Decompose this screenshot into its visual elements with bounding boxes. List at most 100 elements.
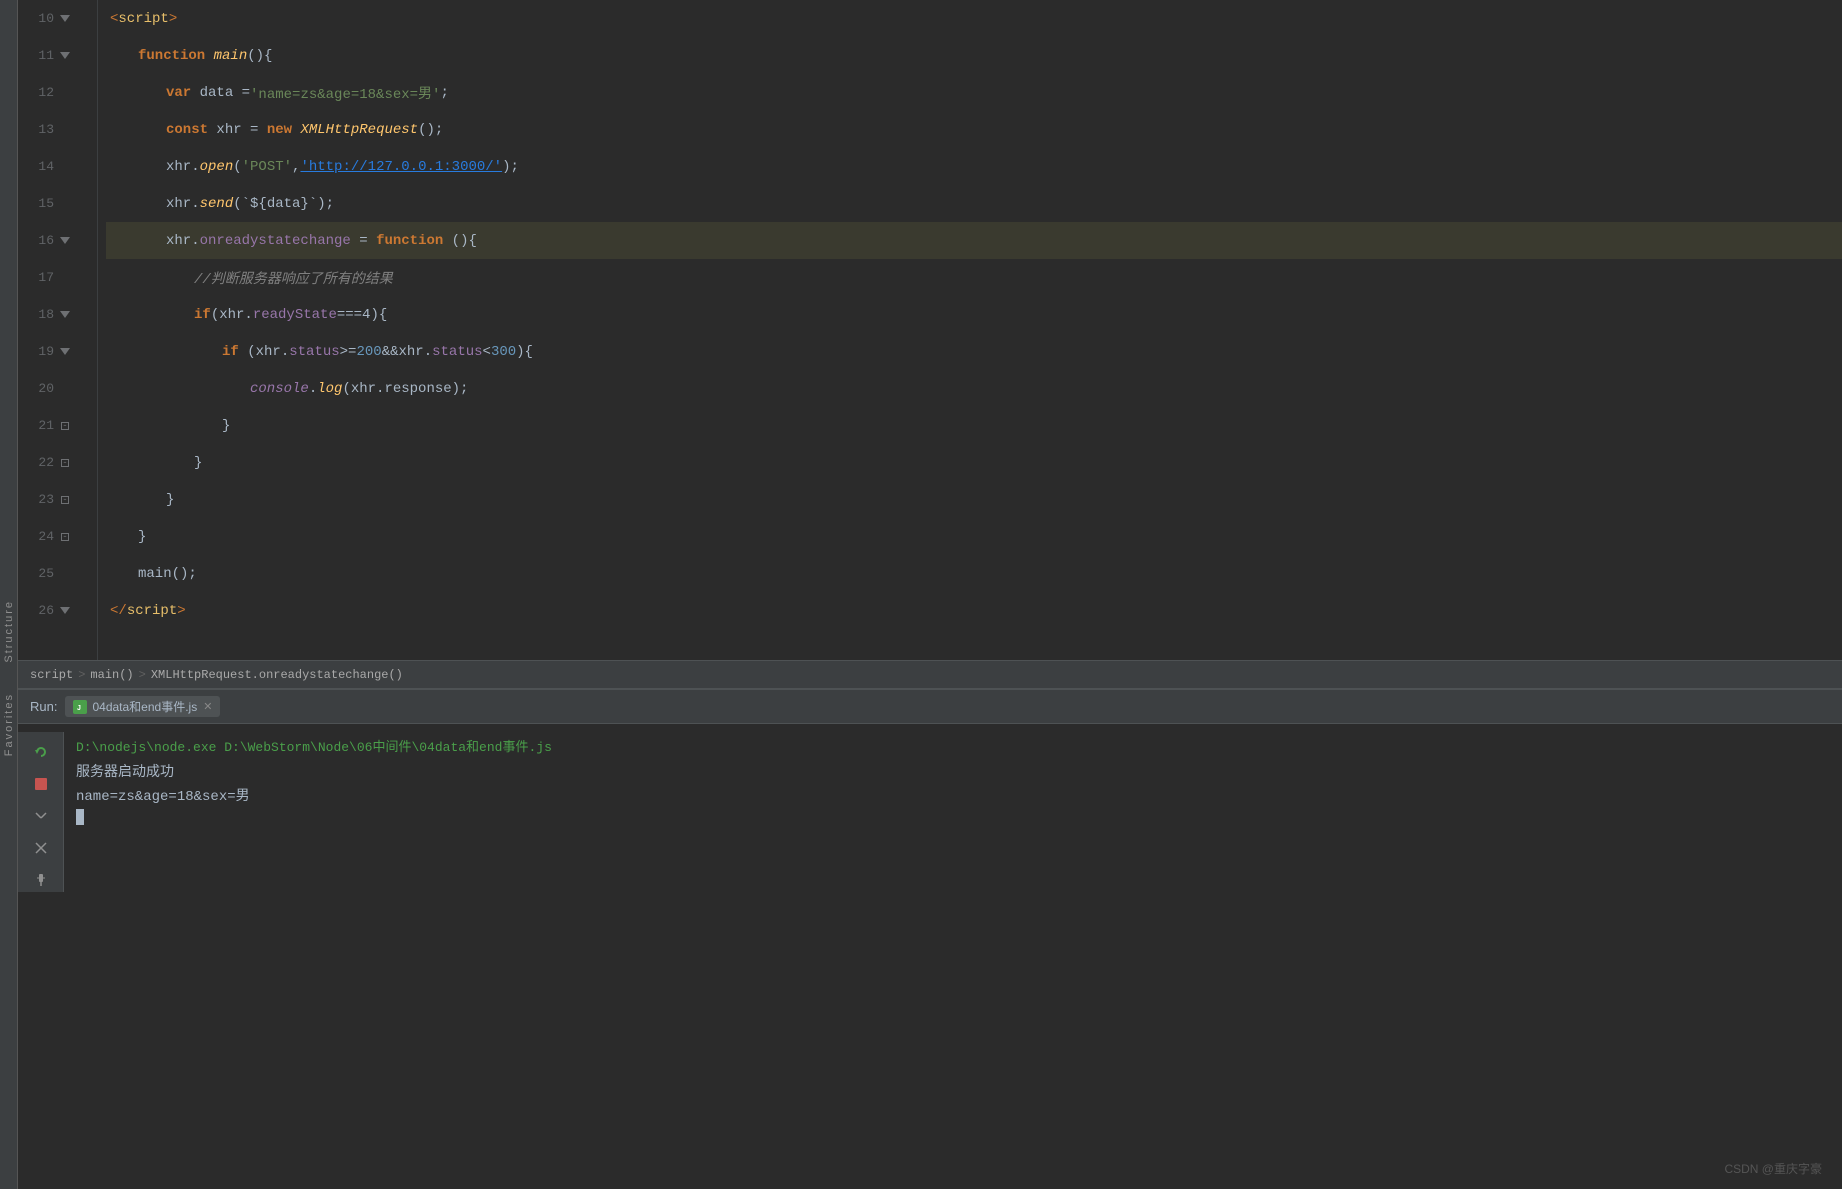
gutter-row: 17	[18, 259, 97, 296]
token-plain: }	[166, 492, 174, 508]
fold-icon[interactable]: -	[58, 530, 72, 544]
line-number: 16	[26, 233, 54, 248]
token-plain: <	[483, 344, 491, 360]
gutter-row: 21-	[18, 407, 97, 444]
breadcrumb-item-2[interactable]: XMLHttpRequest.onreadystatechange()	[151, 668, 403, 682]
token-kw: var	[166, 85, 191, 101]
gutter-row: 15	[18, 185, 97, 222]
token-plain: (xhr.	[239, 344, 289, 360]
fold-icon[interactable]	[58, 604, 72, 618]
restart-button[interactable]	[29, 740, 53, 764]
run-cursor-line	[76, 809, 1830, 826]
code-line: <script>	[106, 0, 1842, 37]
fold-placeholder	[58, 123, 72, 137]
svg-text:J: J	[77, 705, 81, 712]
code-container: 101112131415161718192021-22-23-24-2526 <…	[18, 0, 1842, 660]
gutter-row: 25	[18, 555, 97, 592]
run-tab[interactable]: J 04data和end事件.js ✕	[65, 696, 220, 717]
run-output-text-1: name=zs&age=18&sex=男	[76, 789, 250, 805]
token-plain: (	[233, 159, 241, 175]
token-kw: if	[222, 344, 239, 360]
code-lines: <script>function main(){ var data ='name=…	[98, 0, 1842, 660]
token-plain: &&xhr.	[382, 344, 432, 360]
token-prop: status	[432, 344, 482, 360]
run-output-line-1: name=zs&age=18&sex=男	[76, 785, 1830, 805]
line-number: 22	[26, 455, 54, 470]
clear-button[interactable]	[29, 836, 53, 860]
code-line: }	[106, 444, 1842, 481]
run-content: D:\nodejs\node.exe D:\WebStorm\Node\06中间…	[18, 724, 1842, 900]
token-prop: readyState	[253, 307, 337, 323]
code-line: xhr.open('POST','http://127.0.0.1:3000/'…	[106, 148, 1842, 185]
fold-icon[interactable]	[58, 308, 72, 322]
run-output: D:\nodejs\node.exe D:\WebStorm\Node\06中间…	[64, 732, 1842, 892]
fold-icon[interactable]	[58, 49, 72, 63]
stop-button[interactable]	[29, 772, 53, 796]
fold-icon[interactable]	[58, 345, 72, 359]
token-method: send	[200, 196, 234, 212]
run-cursor	[76, 809, 84, 825]
watermark: CSDN @重庆字豪	[1724, 1160, 1822, 1177]
fold-placeholder	[58, 160, 72, 174]
run-tab-icon: J	[73, 700, 87, 714]
token-plain: data =	[191, 85, 250, 101]
fold-icon[interactable]: -	[58, 456, 72, 470]
token-tag: script	[118, 11, 168, 27]
token-kw: new	[267, 122, 292, 138]
code-line: if(xhr.readyState===4){	[106, 296, 1842, 333]
run-sidebar	[18, 732, 64, 892]
scroll-down-button[interactable]	[29, 804, 53, 828]
code-line: }	[106, 481, 1842, 518]
fold-icon[interactable]: -	[58, 419, 72, 433]
editor-area: 101112131415161718192021-22-23-24-2526 <…	[18, 0, 1842, 660]
breadcrumb-item-0[interactable]: script	[30, 668, 73, 682]
main-layout: Structure Favorites 10111213141516171819…	[0, 0, 1842, 1189]
code-line: if (xhr.status>=200&&xhr.status<300){	[106, 333, 1842, 370]
token-link: 'http://127.0.0.1:3000/'	[300, 159, 502, 175]
token-plain: >=	[340, 344, 357, 360]
token-fn: XMLHttpRequest	[300, 122, 418, 138]
token-str: 'name=zs&age=18&sex=男'	[250, 83, 440, 103]
token-method: open	[200, 159, 234, 175]
line-number: 23	[26, 492, 54, 507]
token-kw: if	[194, 307, 211, 323]
token-console-kw: console	[250, 381, 309, 397]
line-number: 18	[26, 307, 54, 322]
line-number: 21	[26, 418, 54, 433]
gutter-row: 10	[18, 0, 97, 37]
line-number: 13	[26, 122, 54, 137]
gutter-row: 13	[18, 111, 97, 148]
run-tab-name: 04data和end事件.js	[92, 698, 197, 715]
token-prop: onreadystatechange	[200, 233, 351, 249]
token-plain: (){	[443, 233, 477, 249]
structure-label[interactable]: Structure	[3, 600, 15, 663]
token-plain: }	[138, 529, 146, 545]
token-plain: ();	[418, 122, 443, 138]
pin-button[interactable]	[29, 868, 53, 892]
gutter-row: 18	[18, 296, 97, 333]
fold-icon[interactable]	[58, 234, 72, 248]
watermark-text: CSDN @重庆字豪	[1724, 1162, 1822, 1176]
token-plain	[205, 48, 213, 64]
breadcrumb-item-1[interactable]: main()	[90, 668, 133, 682]
token-plain: ===4){	[337, 307, 387, 323]
gutter-row: 19	[18, 333, 97, 370]
fold-placeholder	[58, 86, 72, 100]
fold-icon[interactable]	[58, 12, 72, 26]
code-line: main();	[106, 555, 1842, 592]
token-comment: //判断服务器响应了所有的结果	[194, 268, 393, 288]
breadcrumb-sep-1: >	[139, 668, 146, 682]
run-panel: Run: J 04data和end事件.js ✕	[18, 688, 1842, 900]
run-tab-close[interactable]: ✕	[203, 700, 212, 713]
token-kw: function	[376, 233, 443, 249]
token-plain: (`${data}`);	[233, 196, 334, 212]
token-plain: );	[502, 159, 519, 175]
stop-icon	[34, 777, 48, 791]
line-number: 20	[26, 381, 54, 396]
token-plain: ){	[516, 344, 533, 360]
code-line: function main(){	[106, 37, 1842, 74]
token-kw: function	[138, 48, 205, 64]
fold-icon[interactable]: -	[58, 493, 72, 507]
favorites-label[interactable]: Favorites	[3, 693, 15, 756]
token-plain: }	[222, 418, 230, 434]
